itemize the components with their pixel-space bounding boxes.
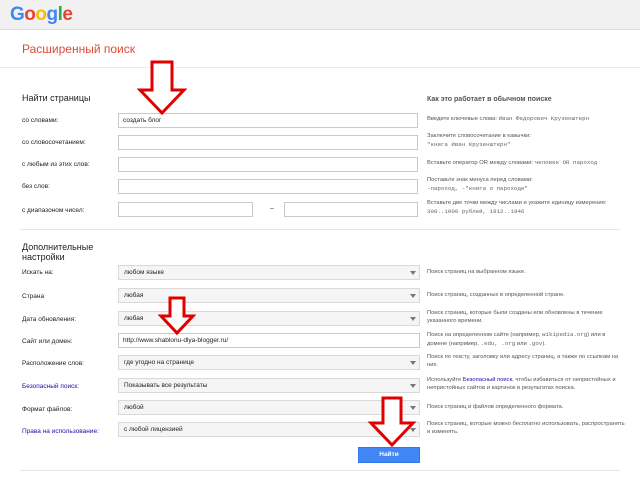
last-update-hint: Поиск страниц, которые были созданы или … <box>427 310 603 324</box>
usage-rights-label[interactable]: Права на использование: <box>22 428 99 435</box>
hint-example: 300..1000 рублей, 1812..1846 <box>427 207 525 215</box>
any-words-input[interactable] <box>118 157 418 172</box>
find-button[interactable]: Найти <box>358 447 420 463</box>
all-words-hint: Введите ключевые слова: Иван Федорович К… <box>427 115 627 124</box>
refine-section-title: Дополнительные настройки <box>22 242 93 263</box>
hint-text: Введите ключевые слова: <box>427 116 497 122</box>
select-value: Показывать все результаты <box>124 382 208 389</box>
select-value: любая <box>124 292 144 299</box>
google-logo[interactable]: Google <box>10 4 73 26</box>
logo-letter: e <box>62 4 73 25</box>
safesearch-select[interactable]: Показывать все результаты <box>118 378 420 393</box>
file-type-hint: Поиск страниц и файлов определенного фор… <box>427 404 564 410</box>
logo-letter: g <box>46 4 59 25</box>
language-select[interactable]: любом языке <box>118 265 420 280</box>
safesearch-label[interactable]: Безопасный поиск: <box>22 383 79 390</box>
language-label: Искать на: <box>22 269 54 276</box>
hint-text: Используйте <box>427 377 462 383</box>
chevron-down-icon <box>410 384 416 388</box>
chevron-down-icon <box>410 294 416 298</box>
page-title: Расширенный поиск <box>22 42 135 56</box>
any-words-hint: Вставьте оператор OR между словами: чело… <box>427 159 627 168</box>
select-value: с любой лицензией <box>124 426 183 433</box>
select-value: где угодно на странице <box>124 359 194 366</box>
top-bar: Google <box>0 0 640 30</box>
all-words-label: со словами: <box>22 117 59 124</box>
number-range-from-input[interactable] <box>118 202 253 217</box>
hint-example: -пароход, -"книга о пароходе" <box>427 184 528 192</box>
terms-appearing-label: Расположение слов: <box>22 360 84 367</box>
none-words-input[interactable] <box>118 179 418 194</box>
last-update-label: Дата обновления: <box>22 316 76 323</box>
find-section-title: Найти страницы <box>22 93 91 103</box>
chevron-down-icon <box>410 317 416 321</box>
select-value: любая <box>124 315 144 322</box>
logo-letter: G <box>10 4 25 25</box>
region-label: Страна <box>22 293 45 300</box>
exact-phrase-input[interactable] <box>118 135 418 150</box>
title-bar: Расширенный поиск <box>0 30 640 68</box>
select-value: любом языке <box>124 269 164 276</box>
down-arrow-icon <box>158 296 196 336</box>
safesearch-link[interactable]: Безопасный поиск <box>463 377 512 383</box>
none-words-hint: Поставьте знак минуса перед словами: -пар… <box>427 177 627 194</box>
chevron-down-icon <box>410 361 416 365</box>
hint-example: .edu, .org <box>480 339 516 347</box>
hint-text: Заключите словосочетание в кавычки: <box>427 133 531 139</box>
refine-title-line2: настройки <box>22 252 65 263</box>
logo-letter: o <box>35 4 47 25</box>
number-range-to-input[interactable] <box>284 202 418 217</box>
chevron-down-icon <box>410 271 416 275</box>
hint-example: "книга Иван Крузенштерн" <box>427 140 511 148</box>
file-type-label: Формат файлов: <box>22 406 73 413</box>
logo-letter: o <box>24 4 36 25</box>
hint-example: Иван Федорович Крузенштерн <box>498 115 590 122</box>
bottom-divider <box>20 470 620 471</box>
down-arrow-icon <box>367 396 417 448</box>
hint-text: Поставьте знак минуса перед словами: <box>427 177 533 183</box>
hint-column-title: Как это работает в обычном поиске <box>427 96 552 103</box>
refine-title-line1: Дополнительные <box>22 242 94 252</box>
number-range-hint: Вставьте две точки между числами и укажи… <box>427 200 627 217</box>
exact-phrase-hint: Заключите словосочетание в кавычки: "книг… <box>427 133 627 150</box>
site-domain-hint: Поиск на определенном сайте (например, w… <box>427 331 627 349</box>
terms-appearing-select[interactable]: где угодно на странице <box>118 355 420 370</box>
hint-example: .gov <box>528 339 543 347</box>
hint-text: или <box>516 340 527 347</box>
hint-example: человек OR пароход <box>534 159 598 166</box>
any-words-label: с любым из этих слов: <box>22 161 90 168</box>
language-hint: Поиск страниц на выбранном языке. <box>427 269 526 275</box>
none-words-label: без слов: <box>22 183 50 190</box>
hint-text: ). <box>542 340 546 347</box>
hint-text: Вставьте две точки между числами и укажи… <box>427 200 607 206</box>
hint-text: Поиск на определенном сайте (например, <box>427 332 541 338</box>
select-value: любой <box>124 404 144 411</box>
hint-example: wikipedia.org <box>542 331 588 338</box>
exact-phrase-label: со словосочетанием: <box>22 139 86 146</box>
safesearch-hint: Используйте Безопасный поиск, чтобы изба… <box>427 377 627 393</box>
usage-rights-hint: Поиск страниц, которые можно бесплатно и… <box>427 421 625 435</box>
hint-text: Вставьте оператор OR между словами: <box>427 160 534 166</box>
section-divider <box>20 229 620 230</box>
range-dash: – <box>270 205 274 212</box>
down-arrow-icon <box>137 60 187 116</box>
site-domain-label: Сайт или домен: <box>22 338 73 345</box>
number-range-label: с диапазоном чисел: <box>22 207 85 214</box>
region-hint: Поиск страниц, созданных в определенной … <box>427 292 565 298</box>
terms-appearing-hint: Поиск по тексту, заголовку или адресу ст… <box>427 354 619 368</box>
